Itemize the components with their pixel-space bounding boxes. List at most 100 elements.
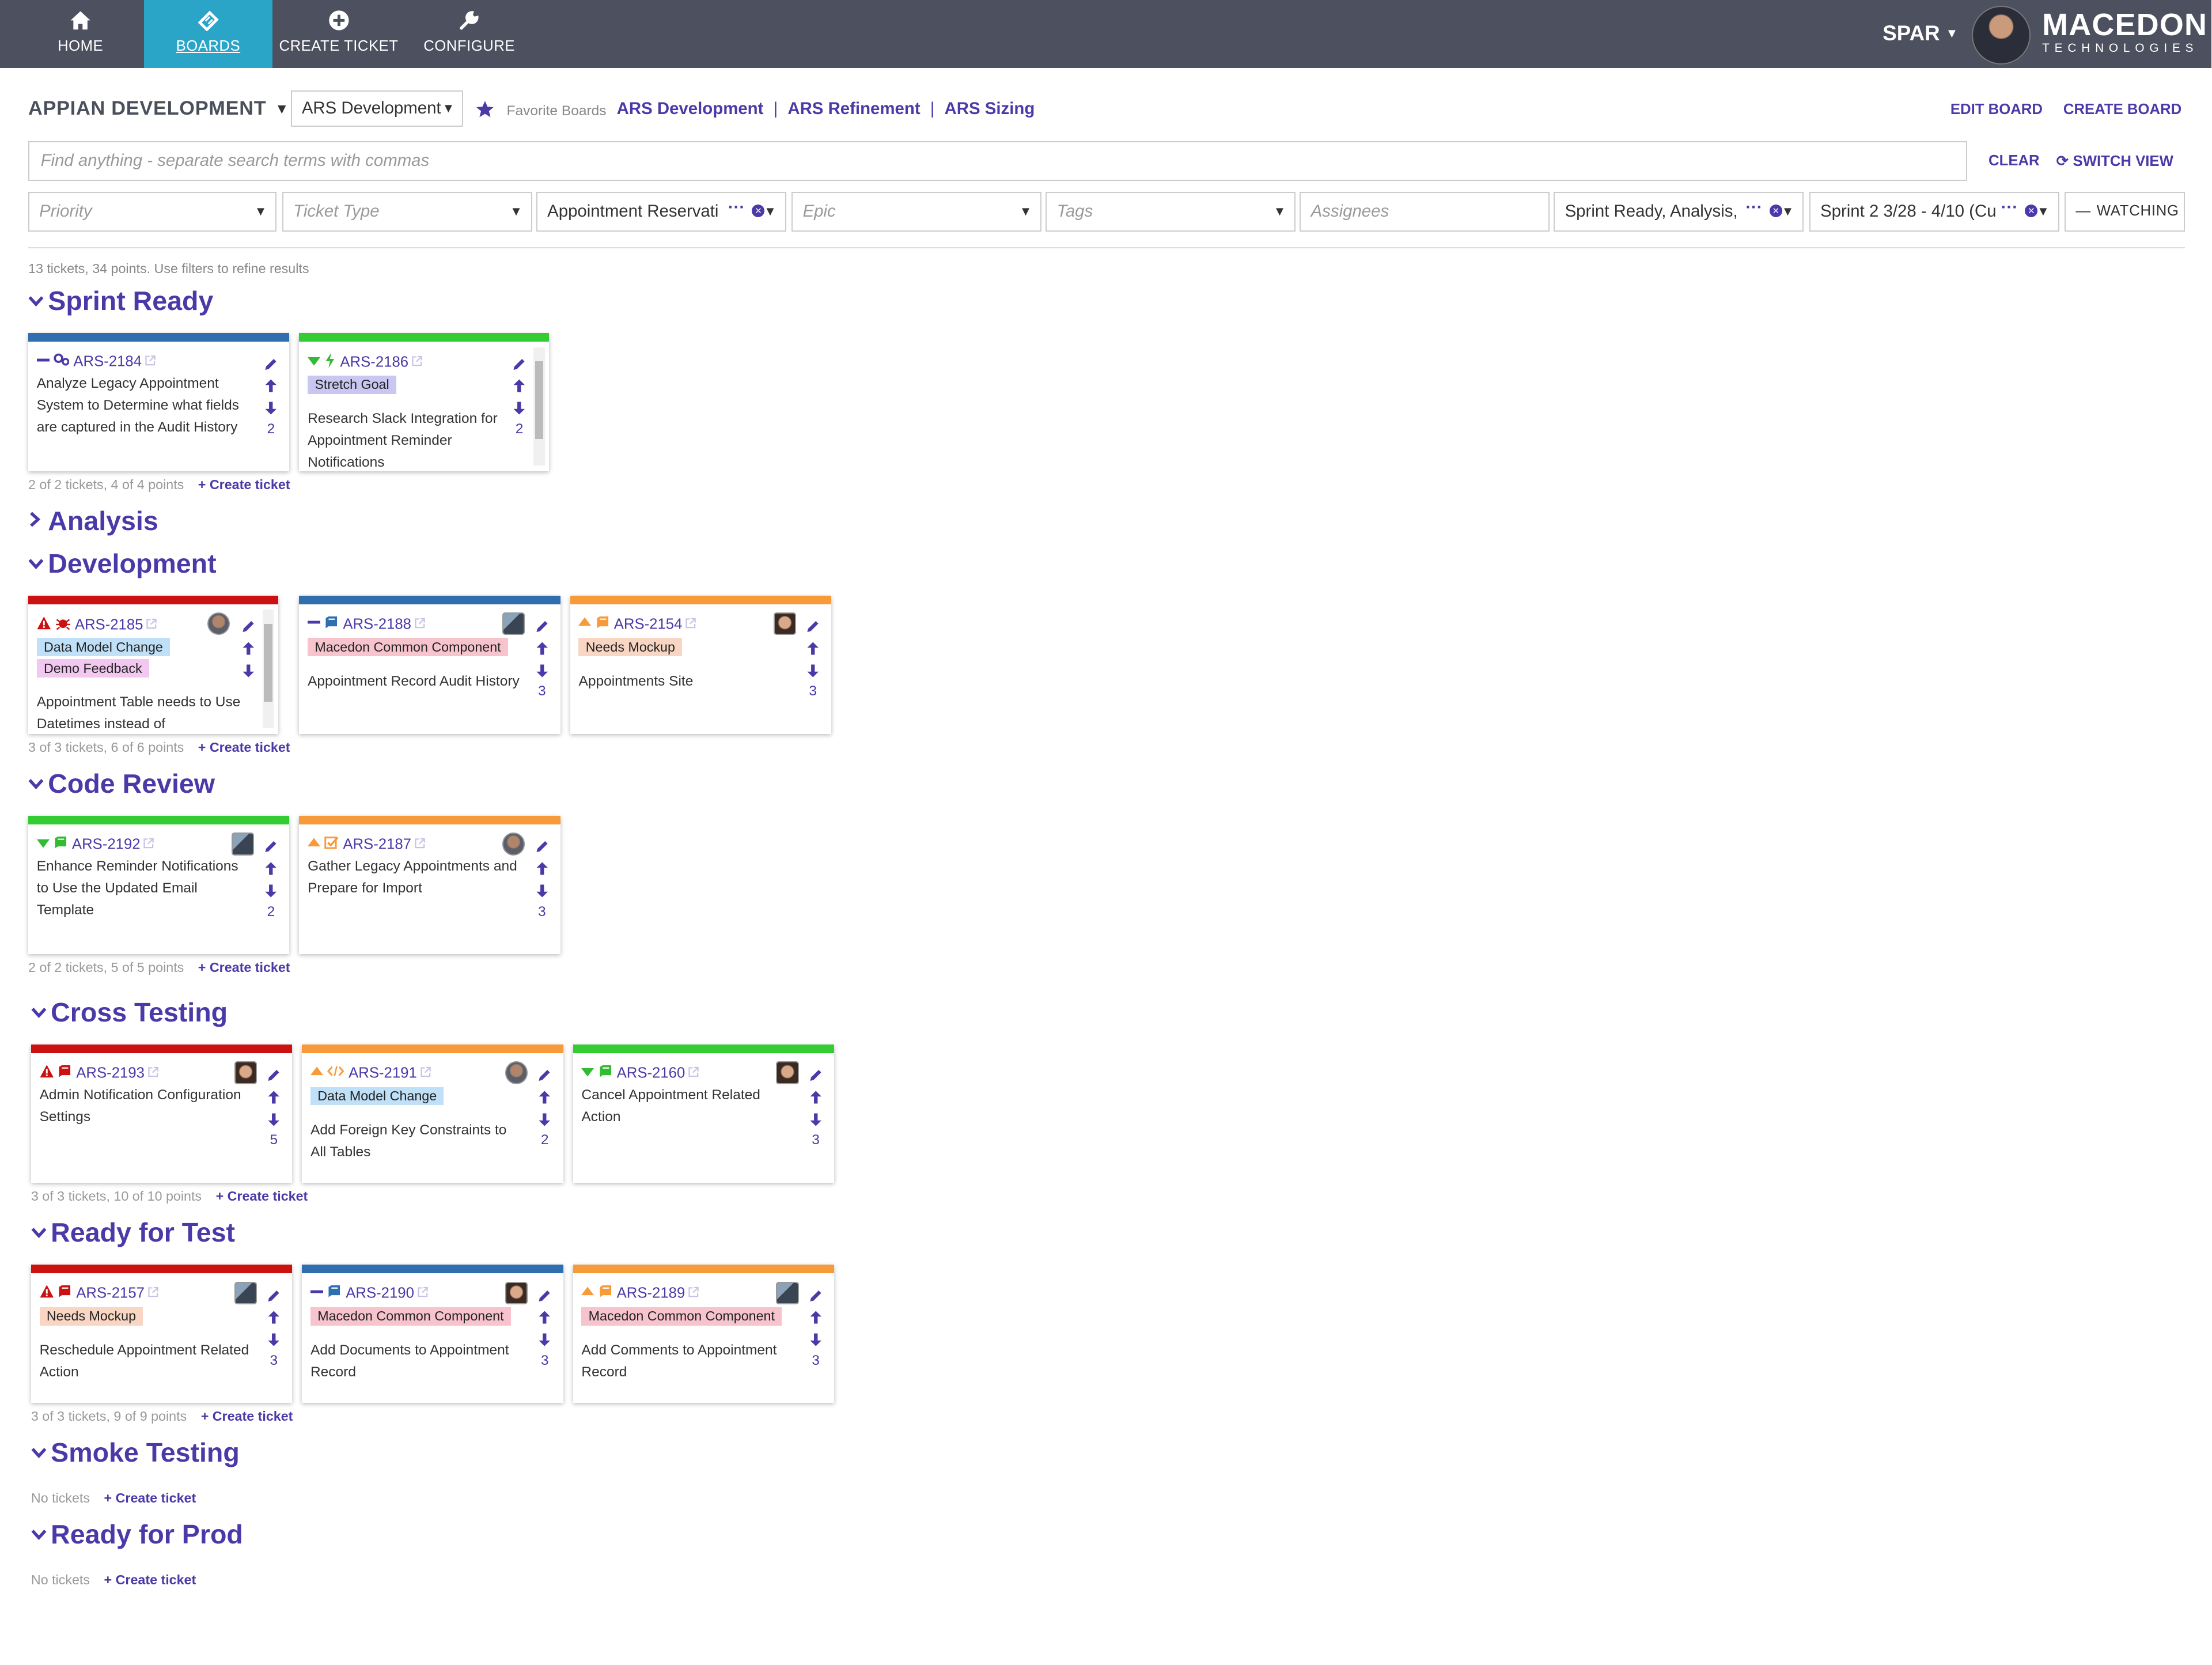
ticket-card[interactable]: ARS-2193 Admin Notification Configuration… [31, 1045, 293, 1183]
move-down-arrow-icon[interactable] [803, 659, 823, 682]
ticket-card[interactable]: ARS-2190 Macedon Common Component Add Docu… [302, 1265, 563, 1403]
move-down-arrow-icon[interactable] [532, 659, 552, 682]
priority-filter[interactable]: Priority ▼ [28, 192, 277, 232]
card-scrollbar[interactable] [533, 347, 545, 466]
ticket-id-link[interactable]: ARS-2186 [340, 354, 408, 370]
clear-filter-icon[interactable]: × [1769, 204, 1782, 217]
favorite-board-link[interactable]: ARS Refinement [787, 99, 920, 118]
switch-view-button[interactable]: ⟳ SWITCH VIEW [2056, 153, 2173, 170]
ticket-id-link[interactable]: ARS-2192 [72, 837, 141, 853]
ticket-card[interactable]: ARS-2184 Analyze Legacy Appointment Syste… [28, 333, 290, 472]
board-select[interactable]: ARS Development ▼ [290, 90, 463, 127]
assignee-avatar[interactable] [502, 612, 525, 635]
ticket-id-link[interactable]: ARS-2184 [73, 354, 142, 370]
move-down-arrow-icon[interactable] [261, 879, 281, 902]
assignee-avatar[interactable] [773, 612, 796, 635]
clear-filter-icon[interactable]: × [2025, 204, 2038, 217]
move-up-arrow-icon[interactable] [806, 1085, 825, 1108]
create-ticket-link[interactable]: + Create ticket [201, 1409, 293, 1424]
ticket-id-link[interactable]: ARS-2190 [346, 1285, 414, 1301]
ticket-tag[interactable]: Demo Feedback [36, 659, 149, 678]
edit-pencil-icon[interactable] [806, 1283, 825, 1305]
ticket-id-link[interactable]: ARS-2189 [617, 1285, 685, 1301]
section-title-ready-for-prod[interactable]: Ready for Prod [31, 1519, 243, 1550]
search-input[interactable]: Find anything - separate search terms wi… [28, 141, 1968, 181]
tags-filter[interactable]: Tags ▼ [1046, 192, 1296, 232]
favorite-board-link[interactable]: ARS Sizing [945, 99, 1035, 118]
assignee-avatar[interactable] [505, 1281, 528, 1304]
assignee-avatar[interactable] [502, 832, 525, 856]
create-board-button[interactable]: CREATE BOARD [2063, 101, 2181, 118]
section-title-development[interactable]: Development [28, 548, 217, 579]
edit-pencil-icon[interactable] [238, 614, 258, 637]
ticket-card[interactable]: ARS-2187 Gather Legacy Appointments and P… [299, 816, 560, 955]
nav-home[interactable]: HOME [17, 0, 144, 68]
move-down-arrow-icon[interactable] [535, 1108, 555, 1130]
ticket-card[interactable]: ARS-2154 Needs Mockup Appointments Site 3 [570, 595, 832, 734]
assignee-avatar[interactable] [234, 1281, 257, 1304]
user-avatar[interactable] [1971, 5, 2031, 65]
edit-pencil-icon[interactable] [509, 351, 529, 374]
move-down-arrow-icon[interactable] [509, 396, 529, 419]
create-ticket-link[interactable]: + Create ticket [216, 1189, 308, 1204]
move-up-arrow-icon[interactable] [535, 1305, 555, 1328]
ticket-tag[interactable]: Needs Mockup [578, 638, 683, 657]
assignee-avatar[interactable] [776, 1281, 799, 1304]
assignees-filter[interactable]: Assignees [1300, 192, 1550, 232]
nav-create-ticket[interactable]: CREATE TICKET [272, 0, 405, 68]
create-ticket-link[interactable]: + Create ticket [198, 740, 290, 755]
move-up-arrow-icon[interactable] [806, 1305, 825, 1328]
move-up-arrow-icon[interactable] [535, 1085, 555, 1108]
section-title-code-review[interactable]: Code Review [28, 768, 215, 799]
move-up-arrow-icon[interactable] [238, 637, 258, 659]
ticket-id-link[interactable]: ARS-2154 [614, 616, 683, 632]
watching-toggle[interactable]: — WATCHING [2065, 192, 2185, 232]
ticket-id-link[interactable]: ARS-2188 [343, 616, 411, 632]
edit-pencil-icon[interactable] [261, 351, 281, 374]
card-scrollbar-thumb[interactable] [535, 361, 544, 439]
ticket-id-link[interactable]: ARS-2191 [349, 1065, 417, 1081]
user-menu[interactable]: SPAR ▼ [1883, 21, 1958, 46]
ticket-tag[interactable]: Macedon Common Component [308, 638, 508, 657]
move-up-arrow-icon[interactable] [509, 374, 529, 396]
ticket-id-link[interactable]: ARS-2160 [617, 1065, 685, 1081]
section-title-ready-for-test[interactable]: Ready for Test [31, 1217, 235, 1248]
assignee-avatar[interactable] [234, 1061, 257, 1084]
ticket-id-link[interactable]: ARS-2157 [76, 1285, 145, 1301]
section-title-sprint-ready[interactable]: Sprint Ready [28, 285, 213, 316]
ticket-tag[interactable]: Macedon Common Component [310, 1307, 511, 1326]
edit-board-button[interactable]: EDIT BOARD [1950, 101, 2043, 118]
edit-pencil-icon[interactable] [532, 614, 552, 637]
ticket-card[interactable]: ARS-2191 Data Model Change Add Foreign Key… [302, 1045, 563, 1183]
ticket-tag[interactable]: Needs Mockup [39, 1307, 143, 1326]
more-icon[interactable]: ··· [2001, 193, 2018, 225]
board-title-dropdown[interactable]: APPIAN DEVELOPMENT ▼ [28, 97, 289, 120]
ticket-id-link[interactable]: ARS-2187 [343, 837, 411, 853]
ticket-id-link[interactable]: ARS-2185 [75, 617, 143, 633]
move-down-arrow-icon[interactable] [806, 1108, 825, 1130]
section-title-smoke-testing[interactable]: Smoke Testing [31, 1437, 240, 1468]
move-down-arrow-icon[interactable] [264, 1108, 283, 1130]
ticket-card[interactable]: ARS-2188 Macedon Common Component Appointm… [299, 595, 560, 734]
move-down-arrow-icon[interactable] [806, 1328, 825, 1350]
create-ticket-link[interactable]: + Create ticket [104, 1490, 196, 1505]
move-up-arrow-icon[interactable] [532, 637, 552, 659]
edit-pencil-icon[interactable] [532, 834, 552, 857]
move-up-arrow-icon[interactable] [803, 637, 823, 659]
move-down-arrow-icon[interactable] [238, 659, 258, 682]
ticket-card[interactable]: ARS-2189 Macedon Common Component Add Comm… [573, 1265, 834, 1403]
epic-value-filter[interactable]: Appointment Reservati ··· × ▼ [536, 192, 786, 232]
section-title-cross-testing[interactable]: Cross Testing [31, 997, 228, 1028]
move-up-arrow-icon[interactable] [532, 857, 552, 879]
ticket-tag[interactable]: Macedon Common Component [581, 1307, 782, 1326]
ticket-card[interactable]: ARS-2186 Stretch Goal Research Slack Integ… [299, 333, 550, 472]
ticket-card[interactable]: ARS-2160 Cancel Appointment Related Actio… [573, 1045, 834, 1183]
create-ticket-link[interactable]: + Create ticket [198, 960, 290, 975]
status-filter[interactable]: Sprint Ready, Analysis, ··· × ▼ [1554, 192, 1804, 232]
edit-pencil-icon[interactable] [264, 1063, 283, 1085]
edit-pencil-icon[interactable] [261, 834, 281, 857]
ticket-card[interactable]: ARS-2185 Data Model Change Demo Feedback Ap… [28, 595, 278, 734]
move-up-arrow-icon[interactable] [261, 857, 281, 879]
ticket-tag[interactable]: Stretch Goal [308, 375, 396, 394]
edit-pencil-icon[interactable] [803, 614, 823, 637]
